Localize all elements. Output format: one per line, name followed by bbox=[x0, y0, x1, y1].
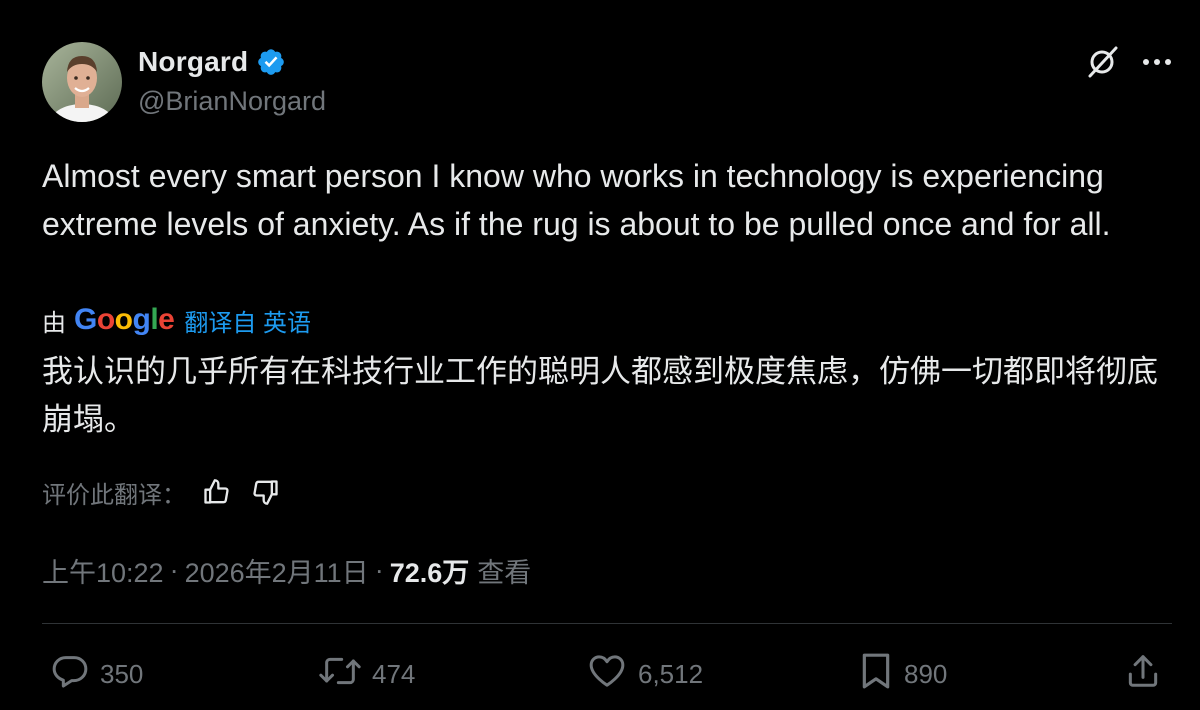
verified-badge-icon bbox=[256, 47, 286, 77]
header-actions bbox=[1084, 44, 1172, 80]
bookmark-count: 890 bbox=[904, 658, 948, 689]
meta-separator: · bbox=[374, 554, 384, 585]
repost-icon bbox=[318, 651, 362, 698]
tweet-meta: 上午10:22 · 2026年2月11日 · 72.6万 查看 bbox=[42, 548, 531, 592]
thumbs-down-icon[interactable] bbox=[252, 478, 280, 506]
translation-attribution: 由 Google 翻译自 英语 bbox=[42, 300, 311, 340]
author-name-row[interactable]: Norgard bbox=[138, 44, 286, 80]
tweet-time[interactable]: 上午10:22 bbox=[42, 551, 164, 590]
grok-icon[interactable] bbox=[1084, 44, 1120, 80]
avatar-image bbox=[42, 42, 122, 122]
translated-from-link[interactable]: 翻译自 英语 bbox=[184, 303, 311, 338]
reply-count: 350 bbox=[100, 658, 144, 689]
like-count: 6,512 bbox=[638, 658, 704, 689]
google-logo: Google bbox=[74, 303, 175, 336]
rate-translation: 评价此翻译： bbox=[42, 472, 280, 512]
reply-icon bbox=[50, 651, 90, 698]
like-button[interactable]: 6,512 bbox=[586, 652, 703, 696]
rate-translation-label: 评价此翻译： bbox=[42, 481, 186, 509]
translated-text: 我认识的几乎所有在科技行业工作的聪明人都感到极度焦虑，仿佛一切都即将彻底崩塌。 bbox=[42, 354, 1158, 437]
views-label: 查看 bbox=[477, 557, 532, 588]
avatar[interactable] bbox=[42, 42, 122, 122]
more-icon[interactable] bbox=[1142, 57, 1172, 67]
share-icon bbox=[1124, 651, 1162, 698]
translated-by-label: 由 bbox=[42, 309, 66, 337]
thumbs-up-icon[interactable] bbox=[202, 478, 230, 506]
share-button[interactable] bbox=[1124, 652, 1162, 696]
bookmark-button[interactable]: 890 bbox=[858, 652, 947, 696]
heart-icon bbox=[586, 651, 628, 698]
author-display-name[interactable]: Norgard bbox=[138, 46, 248, 78]
repost-count: 474 bbox=[372, 658, 416, 689]
meta-separator: · bbox=[169, 554, 179, 585]
reply-button[interactable]: 350 bbox=[50, 652, 143, 696]
bookmark-icon bbox=[858, 651, 894, 698]
author-handle[interactable]: @BrianNorgard bbox=[138, 86, 326, 117]
repost-button[interactable]: 474 bbox=[318, 652, 415, 696]
tweet-date[interactable]: 2026年2月11日 bbox=[185, 551, 369, 590]
views-count: 72.6万 bbox=[389, 557, 470, 588]
tweet-text: Almost every smart person I know who wor… bbox=[42, 158, 1111, 242]
divider bbox=[42, 623, 1172, 624]
